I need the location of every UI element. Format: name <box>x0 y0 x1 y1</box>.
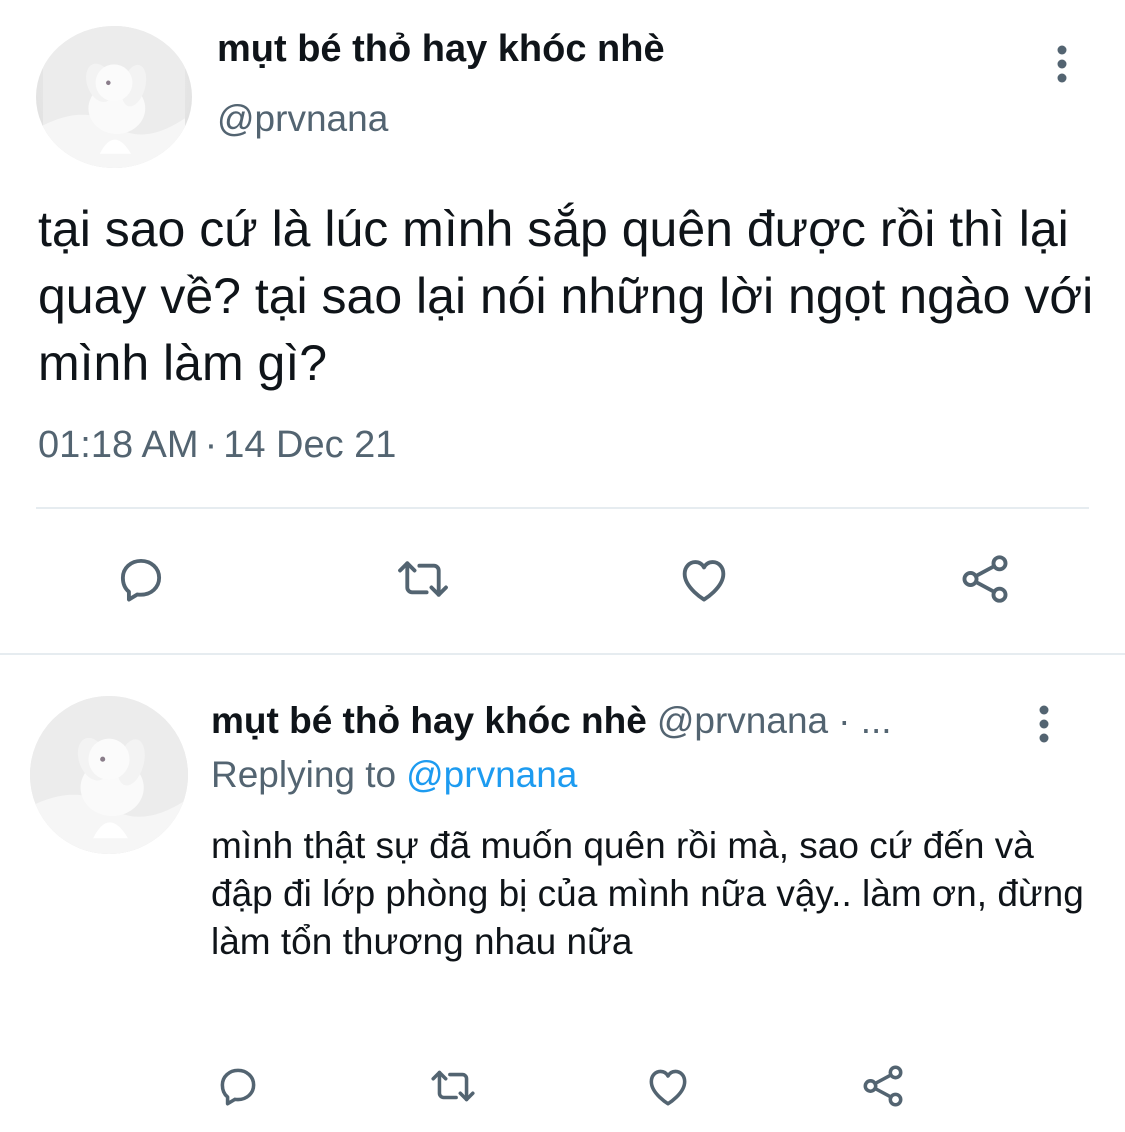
author-avatar[interactable] <box>36 26 192 168</box>
share-icon[interactable] <box>856 1060 910 1112</box>
tweet-date: 14 Dec 21 <box>223 424 397 466</box>
tweet-text: tại sao cứ là lúc mình sắp quên được rồi… <box>38 201 1094 391</box>
replying-to-mention[interactable]: @prvnana <box>406 754 577 795</box>
reply-author-avatar[interactable] <box>30 696 188 854</box>
reply-text: mình thật sự đã muốn quên rồi mà, sao cứ… <box>211 825 1084 962</box>
meta-separator: · <box>204 424 218 466</box>
tweet-timestamp[interactable]: 01:18 AM · 14 Dec 21 <box>38 424 396 467</box>
divider <box>0 653 1125 655</box>
rabbit-avatar-image <box>43 26 185 168</box>
reply-truncated-meta: · ... <box>838 700 892 741</box>
like-icon[interactable] <box>640 1060 696 1112</box>
rabbit-avatar-image <box>30 696 188 854</box>
retweet-icon[interactable] <box>424 1060 482 1112</box>
reply-more-options-icon[interactable] <box>1030 704 1058 744</box>
more-options-icon[interactable] <box>1048 44 1076 84</box>
retweet-icon[interactable] <box>387 548 459 610</box>
replying-label: Replying to <box>211 754 397 795</box>
divider <box>36 507 1089 509</box>
author-handle[interactable]: @prvnana <box>217 98 388 140</box>
like-icon[interactable] <box>672 548 736 610</box>
author-name[interactable]: mụt bé thỏ hay khóc nhè <box>217 28 665 71</box>
tweet-time: 01:18 AM <box>38 424 199 466</box>
share-icon[interactable] <box>953 548 1017 610</box>
reply-header: mụt bé thỏ hay khóc nhè @prvnana · ... <box>211 700 892 742</box>
replying-to: Replying to @prvnana <box>211 754 577 796</box>
reply-author-handle[interactable]: @prvnana <box>657 700 828 741</box>
reply-icon[interactable] <box>110 548 172 610</box>
reply-author-name[interactable]: mụt bé thỏ hay khóc nhè <box>211 700 647 741</box>
reply-icon[interactable] <box>212 1060 264 1112</box>
